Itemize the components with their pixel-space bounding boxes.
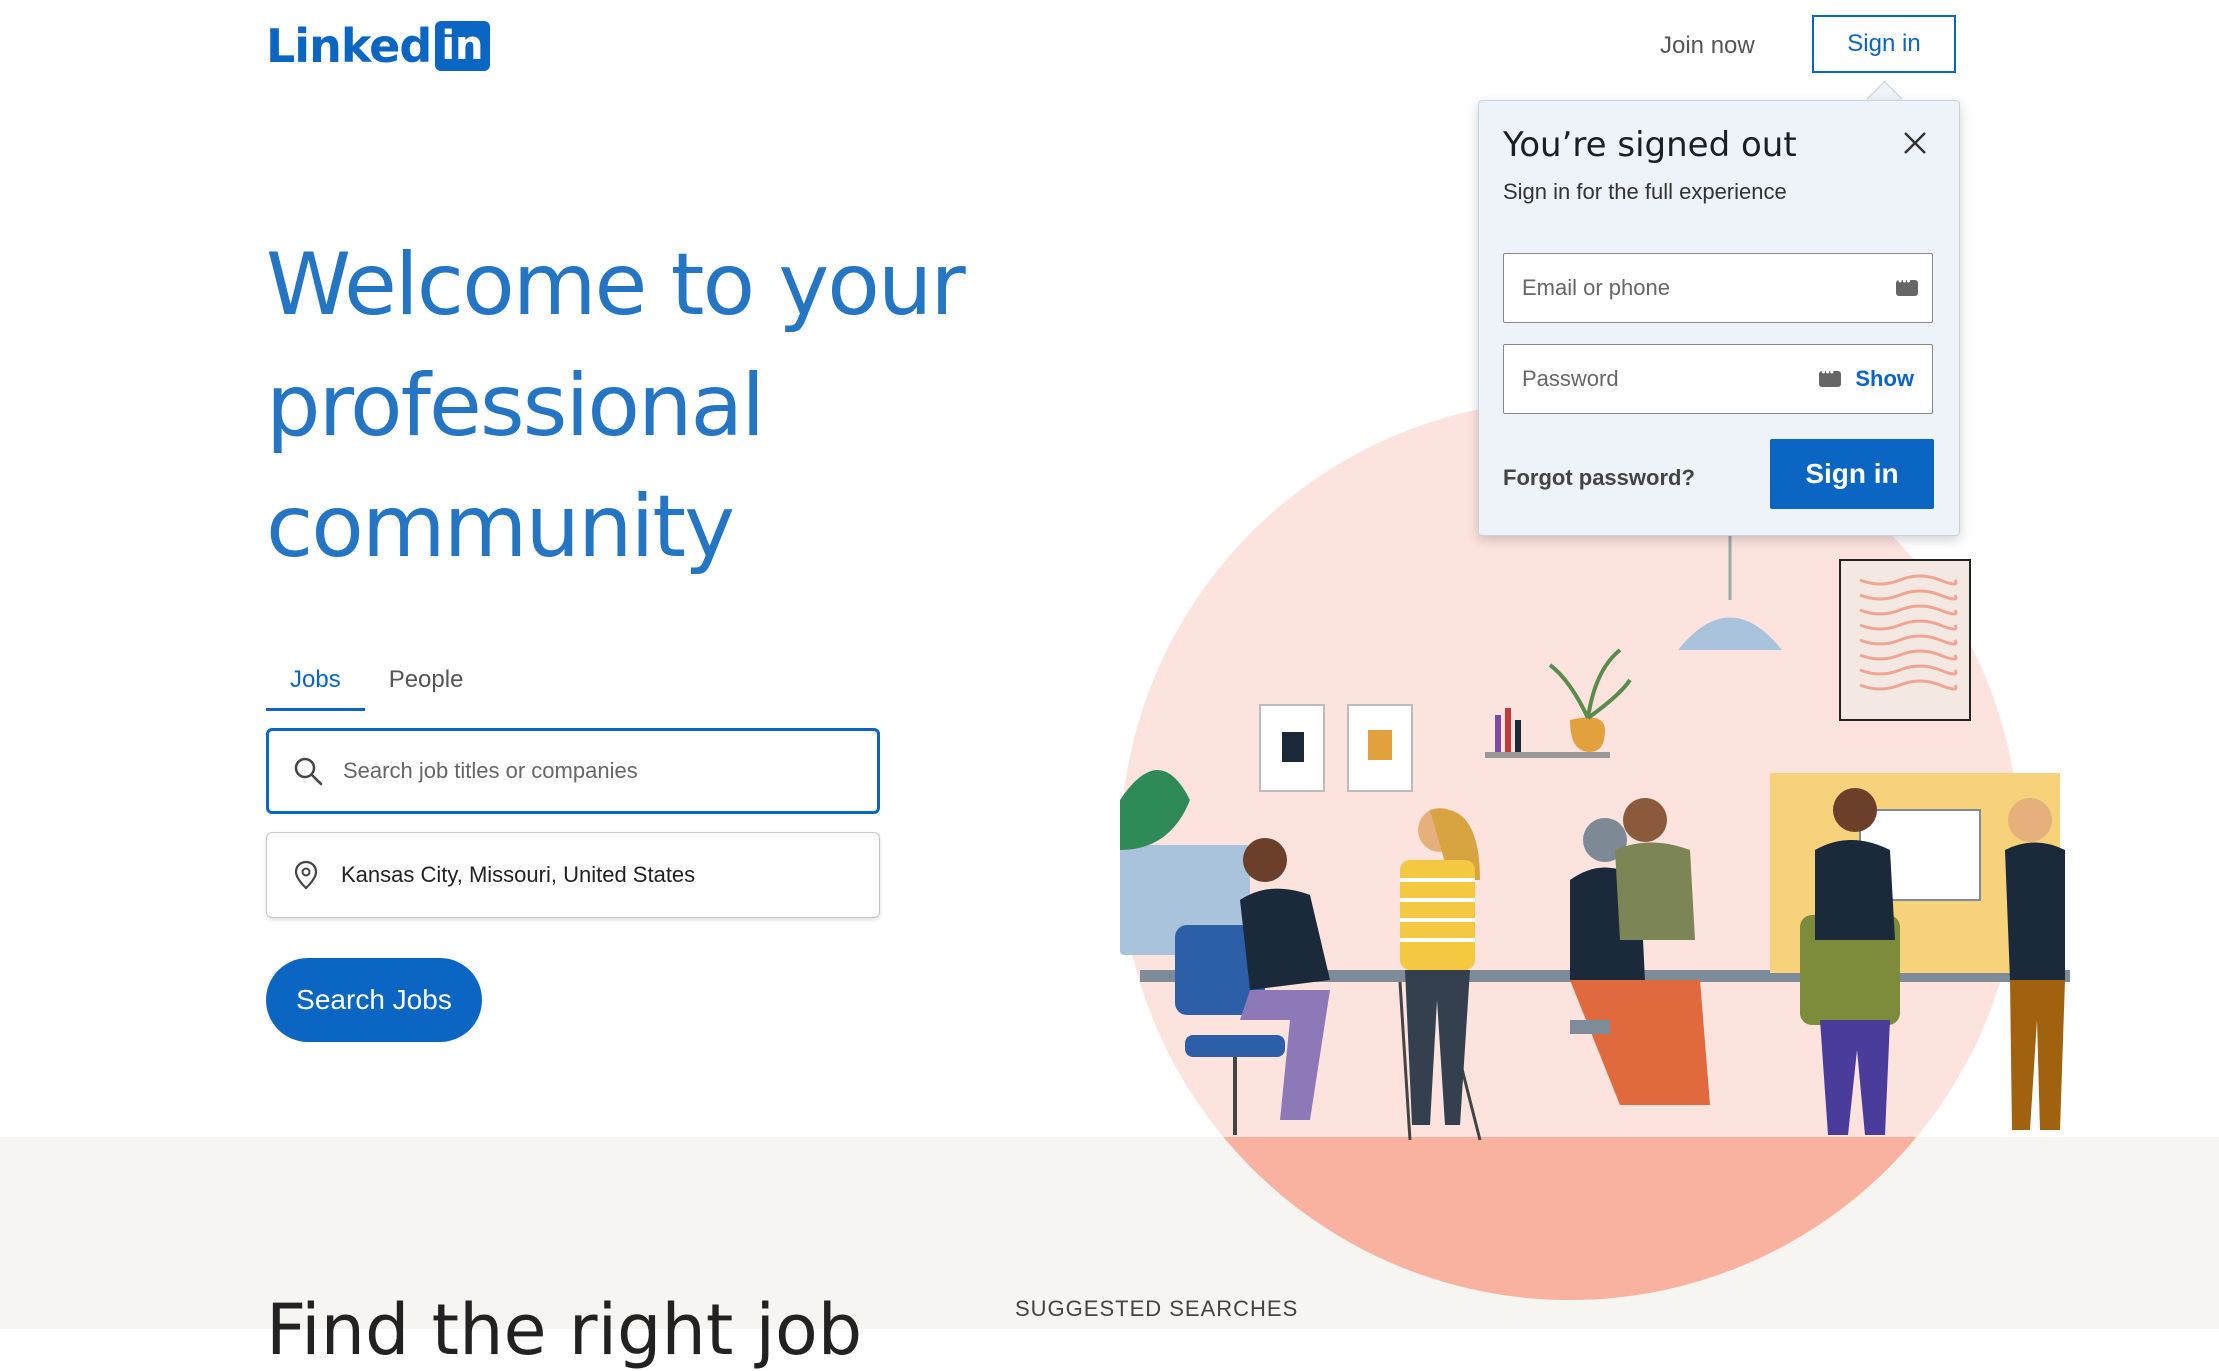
location-pin-icon (294, 860, 318, 890)
close-icon[interactable] (1897, 125, 1933, 161)
header-sign-in-button[interactable]: Sign in (1812, 15, 1956, 73)
tab-jobs[interactable]: Jobs (266, 660, 365, 711)
password-placeholder: Password (1522, 366, 1619, 391)
logo-text: Linked (266, 19, 432, 73)
email-placeholder: Email or phone (1522, 275, 1670, 300)
search-jobs-button[interactable]: Search Jobs (266, 958, 482, 1042)
suggested-searches-label: SUGGESTED SEARCHES (1015, 1296, 1299, 1321)
find-right-job-heading: Find the right job (266, 1289, 863, 1371)
forgot-password-link[interactable]: Forgot password? (1503, 465, 1695, 491)
signed-out-popup: You’re signed out Sign in for the full e… (1478, 100, 1960, 536)
password-manager-icon[interactable] (1819, 365, 1842, 387)
hero-title-line: Welcome to your (266, 235, 966, 335)
search-icon (294, 757, 323, 786)
email-field[interactable]: Email or phone (1503, 253, 1933, 323)
location-value: Kansas City, Missouri, United States (341, 862, 696, 887)
password-field[interactable]: Password Show (1503, 344, 1933, 414)
password-manager-icon[interactable] (1896, 274, 1918, 296)
tab-people[interactable]: People (365, 660, 488, 708)
job-search-input[interactable]: Search job titles or companies (266, 728, 880, 814)
hero-title-line: professional (266, 356, 765, 456)
job-search-placeholder: Search job titles or companies (343, 758, 638, 783)
logo-in-badge: in (435, 21, 490, 71)
show-password-button[interactable]: Show (1855, 366, 1914, 392)
location-input[interactable]: Kansas City, Missouri, United States (266, 832, 880, 918)
popup-subtitle: Sign in for the full experience (1503, 179, 1787, 204)
hero-title-line: community (266, 477, 735, 577)
illustration-floor (1120, 1137, 2020, 1300)
join-now-link[interactable]: Join now (1660, 24, 1755, 68)
popup-sign-in-button[interactable]: Sign in (1770, 439, 1934, 509)
hero-title: Welcome to your professional community (266, 225, 1066, 588)
popup-title: You’re signed out (1503, 125, 1797, 165)
search-tabs: Jobs People (266, 660, 487, 712)
linkedin-logo[interactable]: Linked in (266, 19, 490, 73)
